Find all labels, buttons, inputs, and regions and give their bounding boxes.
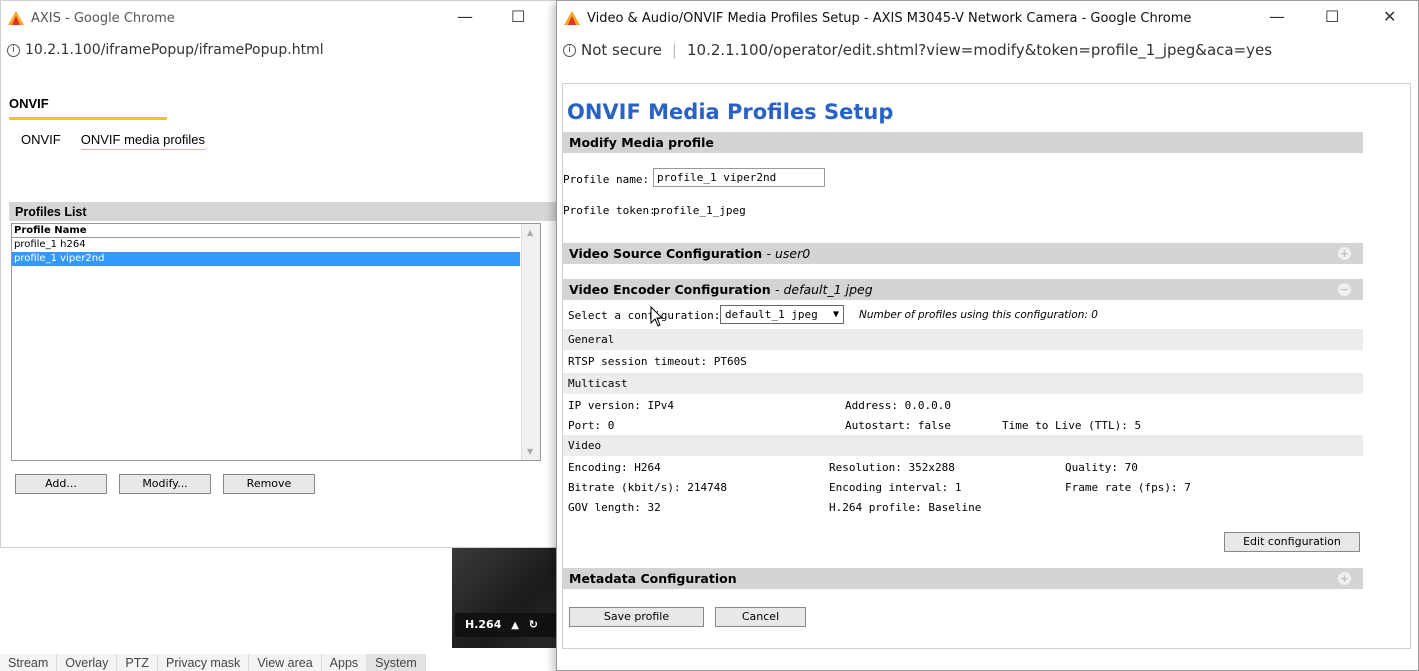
bg-title-bar[interactable]: AXIS - Google Chrome — ☐ — [1, 1, 559, 35]
ip-version: IP version: IPv4 — [568, 399, 674, 412]
bg-address-bar[interactable]: i 10.2.1.100/iframePopup/iframePopup.htm… — [1, 35, 559, 65]
tab-onvif[interactable]: ONVIF — [21, 132, 61, 150]
expand-plus-icon[interactable]: + — [1338, 572, 1351, 585]
save-profile-button[interactable]: Save profile — [569, 607, 704, 627]
tab-system[interactable]: System — [367, 654, 426, 671]
bottom-tab-bar: Stream Overlay PTZ Privacy mask View are… — [0, 654, 426, 671]
page-heading: ONVIF — [9, 96, 49, 111]
list-item[interactable]: profile_1 h264 — [12, 238, 520, 252]
remove-button[interactable]: Remove — [223, 474, 315, 494]
video-source-label: Video Source Configuration — [569, 246, 763, 261]
tab-onvif-media-profiles[interactable]: ONVIF media profiles — [80, 132, 205, 150]
video-resolution: Resolution: 352x288 — [829, 461, 955, 474]
page-title: ONVIF Media Profiles Setup — [567, 100, 894, 124]
video-subheader: Video — [563, 435, 1363, 456]
popup-browser-window: Video & Audio/ONVIF Media Profiles Setup… — [556, 0, 1419, 671]
tab-view-area[interactable]: View area — [249, 654, 322, 671]
multicast-ttl: Time to Live (TTL): 5 — [1002, 419, 1142, 432]
multicast-subheader: Multicast — [563, 373, 1363, 394]
background-browser-window: AXIS - Google Chrome — ☐ i 10.2.1.100/if… — [0, 0, 561, 548]
add-button[interactable]: Add... — [15, 474, 107, 494]
tab-privacy-mask[interactable]: Privacy mask — [157, 654, 250, 671]
profile-token-value: profile_1_jpeg — [653, 204, 746, 217]
general-subheader: General — [563, 329, 1363, 350]
bg-window-title: AXIS - Google Chrome — [31, 10, 175, 26]
collapse-minus-icon[interactable]: − — [1338, 283, 1351, 296]
minimize-icon[interactable]: — — [457, 7, 473, 26]
profiles-scrollbar[interactable]: ▲ ▼ — [521, 224, 540, 460]
expand-plus-icon[interactable]: + — [1338, 247, 1351, 260]
close-icon[interactable]: ✕ — [1383, 7, 1396, 26]
dropdown-arrow-icon[interactable]: ▼ — [833, 306, 839, 323]
multicast-port: Port: 0 — [568, 419, 615, 432]
multicast-address: Address: 0.0.0.0 — [845, 399, 951, 412]
popup-window-title: Video & Audio/ONVIF Media Profiles Setup… — [587, 10, 1192, 26]
video-frame-rate: Frame rate (fps): 7 — [1065, 481, 1191, 494]
popup-content: ONVIF Media Profiles Setup Modify Media … — [562, 83, 1411, 649]
configuration-select-value: default_1 jpeg — [725, 308, 818, 321]
profiles-using-config-note: Number of profiles using this configurat… — [859, 309, 1098, 321]
info-icon[interactable]: i — [563, 43, 576, 57]
profiles-list[interactable]: Profile Name profile_1 h264 profile_1 vi… — [11, 223, 541, 461]
video-encoding-interval: Encoding interval: 1 — [829, 481, 962, 494]
profile-name-label: Profile name: — [563, 173, 650, 186]
maximize-icon[interactable]: ☐ — [1325, 7, 1339, 26]
info-icon[interactable]: i — [7, 43, 20, 57]
select-configuration-label: Select a configuration: — [568, 309, 721, 322]
video-format-bar[interactable]: H.264 ▲ ↻ — [455, 613, 560, 637]
popup-address-bar[interactable]: i Not secure | 10.2.1.100/operator/edit.… — [557, 35, 1418, 65]
heading-underline — [9, 117, 167, 120]
metadata-label: Metadata Configuration — [569, 571, 737, 586]
tab-stream[interactable]: Stream — [0, 654, 58, 671]
video-source-config-header[interactable]: Video Source Configuration - user0 + — [563, 243, 1363, 264]
edit-configuration-button[interactable]: Edit configuration — [1224, 532, 1360, 552]
profile-name-column-header[interactable]: Profile Name — [12, 224, 520, 238]
bg-url[interactable]: 10.2.1.100/iframePopup/iframePopup.html — [25, 42, 324, 58]
caret-up-icon[interactable]: ▲ — [511, 620, 519, 631]
video-bitrate: Bitrate (kbit/s): 214748 — [568, 481, 727, 494]
profile-token-label: Profile token: — [563, 204, 656, 217]
profile-name-input[interactable]: profile_1 viper2nd — [653, 168, 825, 187]
multicast-autostart: Autostart: false — [845, 419, 951, 432]
video-source-suffix: - user0 — [766, 246, 811, 261]
scroll-down-icon[interactable]: ▼ — [527, 447, 533, 456]
modify-section-title: Modify Media profile — [569, 135, 714, 150]
axis-logo-icon — [563, 10, 581, 26]
video-encoding: Encoding: H264 — [568, 461, 661, 474]
minimize-icon[interactable]: — — [1269, 7, 1285, 26]
popup-url[interactable]: 10.2.1.100/operator/edit.shtml?view=modi… — [687, 41, 1272, 59]
tab-ptz[interactable]: PTZ — [117, 654, 158, 671]
cancel-button[interactable]: Cancel — [715, 607, 806, 627]
maximize-icon[interactable]: ☐ — [511, 7, 525, 26]
video-encoder-label: Video Encoder Configuration — [569, 282, 771, 297]
list-item-selected[interactable]: profile_1 viper2nd — [12, 252, 520, 266]
configuration-select[interactable]: default_1 jpeg ▼ — [720, 305, 844, 324]
video-encoder-config-header[interactable]: Video Encoder Configuration - default_1 … — [563, 279, 1363, 300]
modify-media-profile-header: Modify Media profile — [563, 132, 1363, 153]
popup-title-bar[interactable]: Video & Audio/ONVIF Media Profiles Setup… — [557, 1, 1418, 35]
video-format-label: H.264 — [465, 618, 502, 631]
profiles-list-title: Profiles List — [9, 202, 561, 221]
onvif-tabs: ONVIF ONVIF media profiles — [21, 132, 205, 150]
tab-apps[interactable]: Apps — [321, 654, 368, 671]
video-encoder-suffix: - default_1 jpeg — [774, 282, 873, 297]
axis-logo-icon — [7, 10, 25, 26]
modify-button[interactable]: Modify... — [119, 474, 211, 494]
refresh-icon[interactable]: ↻ — [529, 618, 538, 631]
tab-overlay[interactable]: Overlay — [57, 654, 118, 671]
video-gov-length: GOV length: 32 — [568, 501, 661, 514]
scroll-up-icon[interactable]: ▲ — [527, 228, 533, 237]
not-secure-label[interactable]: Not secure — [581, 41, 662, 59]
video-quality: Quality: 70 — [1065, 461, 1138, 474]
video-h264-profile: H.264 profile: Baseline — [829, 501, 982, 514]
metadata-config-header[interactable]: Metadata Configuration + — [563, 568, 1363, 589]
rtsp-timeout: RTSP session timeout: PT60S — [568, 355, 747, 368]
address-divider: | — [671, 41, 677, 59]
